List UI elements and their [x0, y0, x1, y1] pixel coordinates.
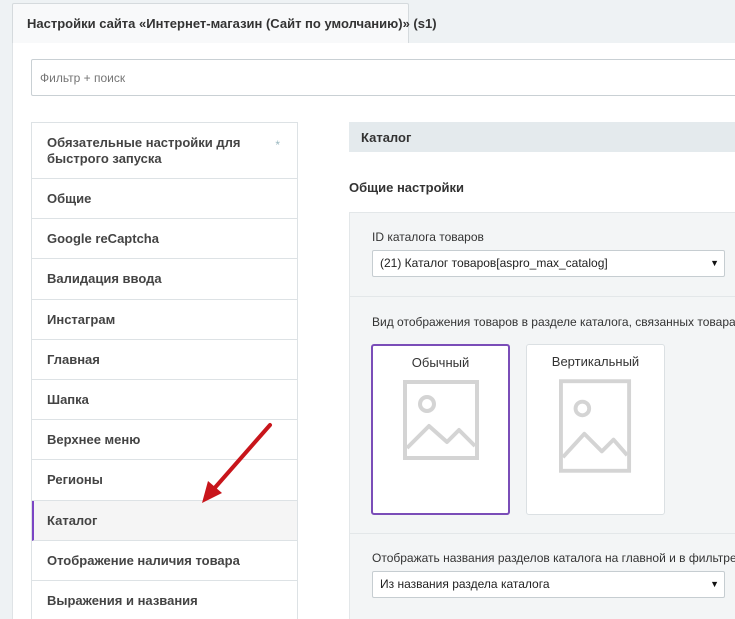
catalog-id-label: ID каталога товаров — [372, 230, 484, 244]
sidebar-item-label: Обязательные настройки для быстрого запу… — [47, 134, 241, 166]
view-option-regular[interactable]: Обычный — [371, 344, 510, 515]
sidebar-item-input-validation[interactable]: Валидация ввода — [32, 259, 297, 300]
sidebar-item-recaptcha[interactable]: Google reCaptcha — [32, 219, 297, 260]
view-option-label: Вертикальный — [551, 354, 640, 369]
dropdown-arrow-icon: ▼ — [710, 258, 719, 268]
view-option-vertical[interactable]: Вертикальный — [526, 344, 665, 515]
section-header-catalog: Каталог — [349, 122, 735, 152]
sidebar-item-label: Верхнее меню — [47, 432, 141, 448]
sidebar-item-label: Шапка — [47, 392, 89, 408]
sidebar-item-label: Общие — [47, 191, 92, 207]
sidebar-item-general[interactable]: Общие — [32, 179, 297, 220]
sidebar-item-label: Главная — [47, 351, 100, 367]
sidebar-item-stock-display[interactable]: Отображение наличия товара — [32, 541, 297, 581]
sidebar-item-label: Отображение наличия товара — [47, 552, 240, 568]
settings-sidebar: Обязательные настройки для быстрого запу… — [31, 122, 298, 619]
sidebar-item-quick-start[interactable]: Обязательные настройки для быстрого запу… — [32, 123, 297, 179]
tab-bar: Настройки сайта «Интернет-магазин (Сайт … — [0, 0, 735, 43]
tab-site-settings[interactable]: Настройки сайта «Интернет-магазин (Сайт … — [12, 3, 437, 43]
sidebar-item-label: Выражения и названия — [47, 592, 198, 608]
sidebar-item-phrases-names[interactable]: Выражения и названия — [32, 581, 297, 619]
section-names-select[interactable]: Из названия раздела каталога ▼ — [372, 571, 725, 598]
section-names-value: Из названия раздела каталога — [380, 577, 550, 591]
sidebar-item-main-page[interactable]: Главная — [32, 340, 297, 380]
sidebar-item-label: Регионы — [47, 472, 103, 488]
dropdown-arrow-icon: ▼ — [710, 579, 719, 589]
filter-search-input[interactable] — [31, 59, 735, 96]
annotation-arrow-icon — [202, 423, 272, 503]
row-divider — [349, 533, 735, 534]
image-placeholder-icon — [559, 379, 632, 473]
sidebar-item-label: Google reCaptcha — [47, 231, 159, 247]
view-option-label: Обычный — [411, 355, 470, 370]
catalog-id-value: (21) Каталог товаров[aspro_max_catalog] — [380, 256, 608, 270]
section-names-label: Отображать названия разделов каталога на… — [372, 551, 735, 565]
catalog-id-select[interactable]: (21) Каталог товаров[aspro_max_catalog] … — [372, 250, 725, 277]
row-divider — [349, 296, 735, 297]
required-star-icon: * — [275, 138, 280, 152]
sidebar-item-instagram[interactable]: Инстаграм — [32, 300, 297, 340]
sidebar-item-label: Инстаграм — [47, 311, 116, 327]
sidebar-item-label: Валидация ввода — [47, 271, 162, 287]
view-mode-label: Вид отображения товаров в разделе катало… — [372, 315, 735, 329]
sidebar-item-label: Каталог — [47, 512, 98, 528]
image-placeholder-icon — [403, 380, 479, 460]
subsection-title: Общие настройки — [349, 180, 464, 195]
